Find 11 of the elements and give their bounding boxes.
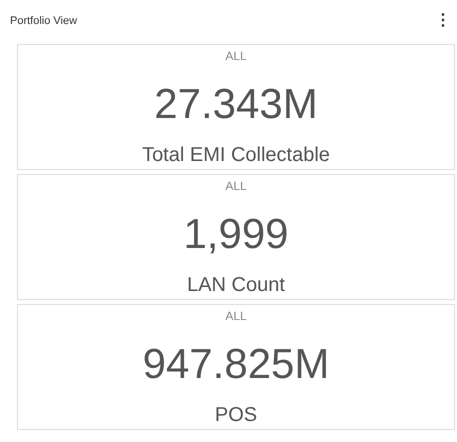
filter-label: ALL [225,49,247,63]
filter-label: ALL [225,309,247,323]
kpi-label: Total EMI Collectable [142,144,330,167]
filter-label: ALL [225,179,247,193]
kpi-label: POS [214,404,258,427]
panel-title: Portfolio View [10,15,78,27]
kpi-label: LAN Count [187,274,285,297]
more-menu-icon[interactable]: ⋮ [435,13,451,29]
kpi-value: 947.825M [142,340,330,388]
kpi-value: 27.343M [154,80,318,128]
kpi-value: 1,999 [183,210,289,258]
